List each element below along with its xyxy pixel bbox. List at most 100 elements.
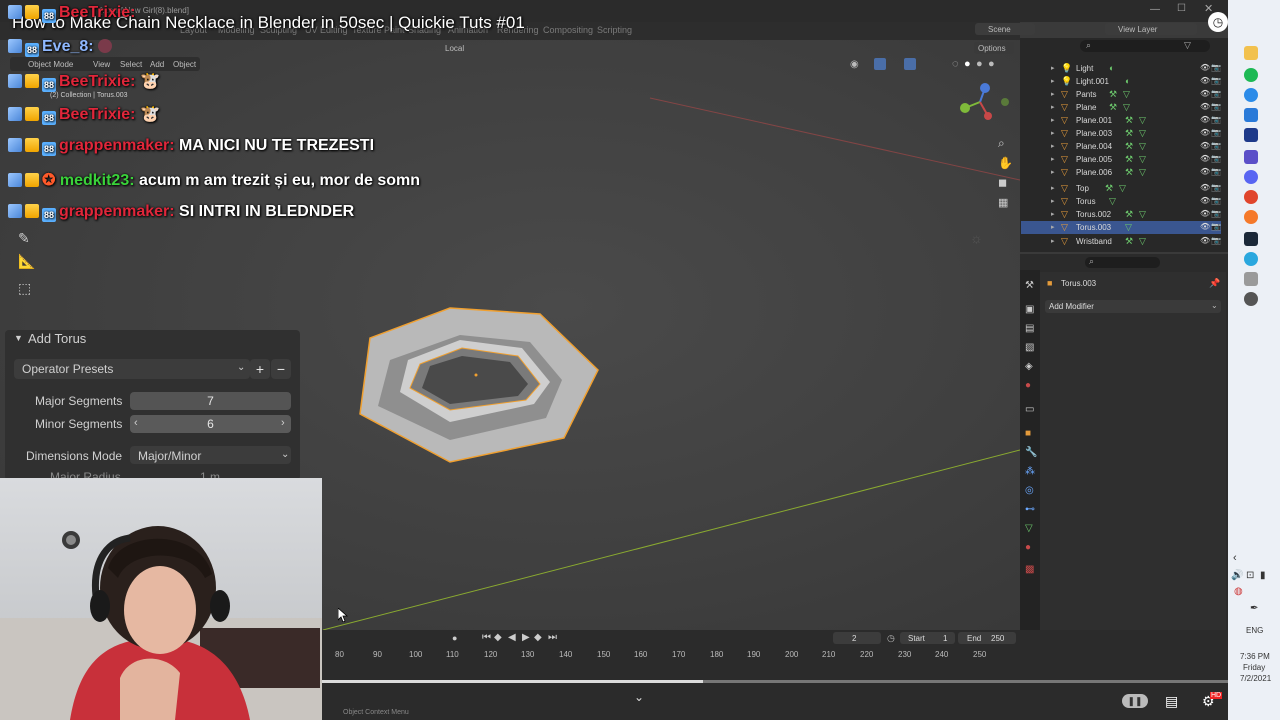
render-tab-icon[interactable]: ▣ <box>1025 304 1034 315</box>
minor-segments-field[interactable]: 6 <box>130 415 291 433</box>
edge-icon[interactable] <box>1244 88 1258 102</box>
mail-icon[interactable] <box>1244 108 1258 122</box>
ortho-grid-icon[interactable]: ▦ <box>998 196 1008 209</box>
clock-time[interactable]: 7:36 PM <box>1240 652 1270 661</box>
constraints-tab-icon[interactable]: ⊷ <box>1025 504 1035 515</box>
prev-keyframe-icon[interactable]: ◆ <box>494 632 502 643</box>
telegram-icon[interactable] <box>1244 252 1258 266</box>
properties-search-input[interactable] <box>1085 257 1160 268</box>
spotify-icon[interactable] <box>1244 68 1258 82</box>
photoshop-icon[interactable] <box>1244 128 1258 142</box>
render-camera-icon[interactable]: 📷 <box>1211 128 1221 137</box>
render-camera-icon[interactable]: 📷 <box>1211 236 1221 245</box>
visibility-eye-icon[interactable]: 👁 <box>1200 128 1210 137</box>
visibility-eye-icon[interactable]: 👁 <box>1200 115 1210 124</box>
add-preset-button[interactable]: + <box>250 359 270 379</box>
render-camera-icon[interactable]: 📷 <box>1211 209 1221 218</box>
jump-start-icon[interactable]: ⏮ <box>482 632 491 643</box>
menu-view[interactable]: View <box>93 60 110 69</box>
obs-icon[interactable] <box>1244 292 1258 306</box>
battery-icon[interactable]: ▮ <box>1260 570 1266 581</box>
outliner-item[interactable]: ▸ ▽ Torus.002 ⚒ ▽ 👁 📷 <box>1021 208 1221 221</box>
visibility-eye-icon[interactable]: 👁 <box>1200 222 1210 231</box>
render-camera-icon[interactable]: 📷 <box>1211 76 1221 85</box>
outliner-item[interactable]: ▸ ▽ Plane.003 ⚒ ▽ 👁 📷 <box>1021 127 1221 140</box>
render-camera-icon[interactable]: 📷 <box>1211 102 1221 111</box>
navigation-gizmo[interactable] <box>955 80 1011 125</box>
blender-icon[interactable] <box>1244 210 1258 224</box>
next-keyframe-icon[interactable]: ◆ <box>534 632 542 643</box>
major-segments-field[interactable]: 7 <box>130 392 291 410</box>
zoom-icon[interactable]: ⌕ <box>998 136 1005 151</box>
outliner-item[interactable]: ▸ ▽ Torus ▽ 👁 📷 <box>1021 195 1221 208</box>
output-tab-icon[interactable]: ▤ <box>1025 323 1034 334</box>
tab-compositing[interactable]: Compositing <box>543 25 593 35</box>
visibility-eye-icon[interactable]: 👁 <box>1200 209 1210 218</box>
app-icon[interactable] <box>1244 272 1258 286</box>
measure-icon[interactable]: 📐 <box>18 253 35 270</box>
tab-scripting[interactable]: Scripting <box>597 25 632 35</box>
camera-view-icon[interactable]: ◼ <box>998 176 1007 189</box>
menu-add[interactable]: Add <box>150 60 164 69</box>
add-cube-icon[interactable]: ⬚ <box>18 280 31 297</box>
solid-shading-icon[interactable]: ● <box>964 58 971 70</box>
decrement-arrow-icon[interactable]: ‹ <box>134 417 138 429</box>
keyframe-record-icon[interactable]: ● <box>452 633 457 643</box>
wireframe-shading-icon[interactable]: ◌ <box>952 58 959 70</box>
collection-tab-icon[interactable]: ▭ <box>1025 404 1034 415</box>
annotate-icon[interactable]: ✎ <box>18 230 30 247</box>
outliner-item[interactable]: ▸ ▽ Top ⚒ ▽ 👁 📷 <box>1021 182 1221 195</box>
view-layer-tab-icon[interactable]: ▧ <box>1025 342 1034 353</box>
watch-later-clock-icon[interactable]: ◷ <box>1208 12 1228 32</box>
transform-orientation[interactable]: Local <box>445 44 464 53</box>
data-tab-icon[interactable]: ▽ <box>1025 523 1033 534</box>
render-camera-icon[interactable]: 📷 <box>1211 89 1221 98</box>
notification-app-icon[interactable]: ◍ <box>1234 586 1243 597</box>
render-camera-icon[interactable]: 📷 <box>1211 167 1221 176</box>
outliner-item[interactable]: ▸ ▽ Plane.005 ⚒ ▽ 👁 📷 <box>1021 153 1221 166</box>
pin-icon[interactable]: 📌 <box>1209 278 1220 289</box>
world-tab-icon[interactable]: ● <box>1025 380 1031 391</box>
view-object-types-icon[interactable]: ◉ <box>850 59 859 70</box>
outliner-item[interactable]: ▸ ▽ Plane.006 ⚒ ▽ 👁 📷 <box>1021 166 1221 179</box>
texture-tab-icon[interactable]: ▩ <box>1025 564 1034 575</box>
render-camera-icon[interactable]: 📷 <box>1211 141 1221 150</box>
torus-object[interactable] <box>350 300 610 470</box>
visibility-eye-icon[interactable]: 👁 <box>1200 167 1210 176</box>
physics-tab-icon[interactable]: ◎ <box>1025 485 1034 496</box>
render-camera-icon[interactable]: 📷 <box>1211 115 1221 124</box>
gizmo-toggle-icon[interactable] <box>874 58 886 70</box>
volume-icon[interactable]: 🔊 <box>1231 570 1243 581</box>
visibility-eye-icon[interactable]: 👁 <box>1200 183 1210 192</box>
discord-icon[interactable] <box>1244 170 1258 184</box>
jump-end-icon[interactable]: ⏭ <box>548 632 557 643</box>
visibility-eye-icon[interactable]: 👁 <box>1200 89 1210 98</box>
pen-icon[interactable]: ✒ <box>1250 603 1258 614</box>
menu-select[interactable]: Select <box>120 60 142 69</box>
language-indicator[interactable]: ENG <box>1246 626 1263 635</box>
subtitles-icon[interactable]: ▤ <box>1165 693 1178 710</box>
visibility-eye-icon[interactable]: 👁 <box>1200 196 1210 205</box>
play-reverse-icon[interactable]: ◀ <box>508 632 516 643</box>
particles-tab-icon[interactable]: ⁂ <box>1025 466 1035 477</box>
outliner-item[interactable]: ▸ ▽ Plane ⚒ ▽ 👁 📷 <box>1021 101 1221 114</box>
file-explorer-icon[interactable] <box>1244 46 1258 60</box>
outliner-item[interactable]: ▸ 💡 Light ◐ 👁 📷 <box>1021 62 1221 75</box>
visibility-eye-icon[interactable]: 👁 <box>1200 236 1210 245</box>
chrome-icon[interactable] <box>1244 190 1258 204</box>
current-frame-field[interactable] <box>833 632 881 644</box>
visibility-eye-icon[interactable]: 👁 <box>1200 63 1210 72</box>
object-tab-icon[interactable]: ■ <box>1025 428 1031 439</box>
collapse-chevron-icon[interactable]: ▼ <box>14 333 23 343</box>
render-shading-icon[interactable]: ● <box>988 58 995 70</box>
render-camera-icon[interactable]: 📷 <box>1211 196 1221 205</box>
outliner-item[interactable]: ▸ 💡 Light.001 ◐ 👁 📷 <box>1021 75 1221 88</box>
material-shading-icon[interactable]: ● <box>976 58 983 70</box>
overlay-toggle-icon[interactable] <box>904 58 916 70</box>
tool-tab-icon[interactable]: ⚒ <box>1025 280 1034 291</box>
outliner-item[interactable]: ▸ ▽ Plane.001 ⚒ ▽ 👁 📷 <box>1021 114 1221 127</box>
steam-icon[interactable] <box>1244 232 1258 246</box>
window-maximize-icon[interactable]: ☐ <box>1177 3 1186 14</box>
increment-arrow-icon[interactable]: › <box>281 417 285 429</box>
mode-selector[interactable]: Object Mode <box>28 60 73 69</box>
